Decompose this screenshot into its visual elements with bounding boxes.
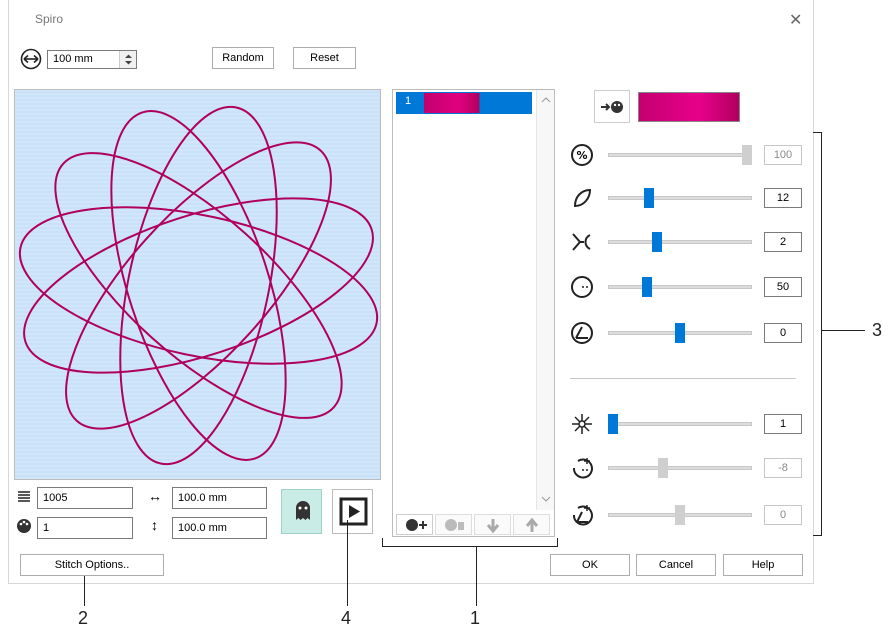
angle-icon xyxy=(570,321,594,345)
callout-3-bracket xyxy=(821,132,822,536)
list-item-index: 1 xyxy=(405,95,412,107)
callout-3: 3 xyxy=(872,320,883,340)
color-count-field: 1 xyxy=(37,517,133,539)
callout-1-tick-left xyxy=(382,538,383,546)
slider-track[interactable] xyxy=(608,240,752,244)
delete-color-icon[interactable] xyxy=(435,514,472,535)
width-icon: ↔ xyxy=(148,488,162,504)
slider-value[interactable]: 100 xyxy=(764,145,802,165)
callout-1: 1 xyxy=(470,608,481,628)
size-spinner[interactable] xyxy=(119,51,136,68)
flower-icon xyxy=(570,412,594,436)
design-preview[interactable] xyxy=(14,89,381,480)
height-icon: ↕ xyxy=(151,517,158,533)
slider-thumb[interactable] xyxy=(652,232,663,252)
circle-radius-plus-icon xyxy=(570,456,594,480)
slider-thumb[interactable] xyxy=(675,323,685,343)
slider-track[interactable] xyxy=(608,285,752,289)
petal-icon xyxy=(570,186,594,210)
ok-button[interactable]: OK xyxy=(550,554,630,576)
slider-thumb[interactable] xyxy=(608,414,618,434)
slider-value[interactable]: 0 xyxy=(764,323,802,343)
slider-value[interactable]: 12 xyxy=(764,188,802,208)
move-down-icon[interactable] xyxy=(474,514,511,535)
apply-color-icon xyxy=(601,101,623,113)
callout-3-tick-top xyxy=(813,132,821,133)
slider-value[interactable]: 2 xyxy=(764,232,802,252)
apply-color-button[interactable] xyxy=(594,90,630,123)
slider-thumb[interactable] xyxy=(742,145,752,165)
callout-4-line xyxy=(347,520,348,606)
random-button[interactable]: Random xyxy=(212,47,274,69)
list-item-swatch xyxy=(424,93,512,113)
callout-2-line xyxy=(84,576,85,606)
slider-track[interactable] xyxy=(608,196,752,200)
callout-3-tick-bottom xyxy=(813,535,821,536)
stitch-count-icon xyxy=(18,491,30,502)
palette-icon xyxy=(17,519,31,533)
slider-thumb[interactable] xyxy=(644,188,655,208)
move-up-icon[interactable] xyxy=(513,514,550,535)
ghost-toggle[interactable] xyxy=(281,489,322,534)
callout-1-bracket xyxy=(382,546,558,547)
callout-1-tick-right xyxy=(557,538,558,546)
circle-radius-icon xyxy=(570,275,594,299)
size-arrows-icon xyxy=(20,48,42,70)
width-field: 100.0 mm xyxy=(172,487,267,509)
slider-value[interactable]: 50 xyxy=(764,277,802,297)
cancel-button[interactable]: Cancel xyxy=(636,554,716,576)
add-color-icon[interactable] xyxy=(396,514,433,535)
angle-plus-icon xyxy=(570,503,594,527)
svg-text:%: % xyxy=(576,149,587,162)
slider-value[interactable]: 1 xyxy=(764,414,802,434)
split-icon xyxy=(570,230,594,254)
help-button[interactable]: Help xyxy=(723,554,803,576)
height-field: 100.0 mm xyxy=(172,517,267,539)
stitch-options-button[interactable]: Stitch Options.. xyxy=(20,554,164,576)
thread-color-swatch[interactable] xyxy=(638,92,740,122)
stitch-count-field: 1005 xyxy=(37,487,133,509)
slider-track[interactable] xyxy=(608,422,752,426)
callout-1-line xyxy=(476,546,477,606)
slider-value[interactable]: -8 xyxy=(764,458,802,478)
list-scrollbar[interactable] xyxy=(536,90,554,510)
callout-3-line xyxy=(821,330,865,331)
callout-2: 2 xyxy=(78,608,89,628)
reset-button[interactable]: Reset xyxy=(293,47,356,69)
scroll-arrows-icon xyxy=(541,97,551,502)
window-title: Spiro xyxy=(35,12,64,26)
slider-track[interactable] xyxy=(608,153,752,157)
slider-thumb[interactable] xyxy=(641,277,652,297)
panel-divider xyxy=(570,378,796,379)
slider-thumb[interactable] xyxy=(657,458,668,478)
list-toolbar xyxy=(396,514,553,535)
percent-icon: % xyxy=(570,143,594,167)
close-icon[interactable]: ✕ xyxy=(789,10,802,30)
slider-thumb[interactable] xyxy=(675,505,685,525)
color-list[interactable] xyxy=(392,89,555,537)
play-button[interactable] xyxy=(332,489,373,534)
callout-4: 4 xyxy=(341,608,352,628)
slider-track[interactable] xyxy=(608,466,752,470)
slider-value[interactable]: 0 xyxy=(764,505,802,525)
